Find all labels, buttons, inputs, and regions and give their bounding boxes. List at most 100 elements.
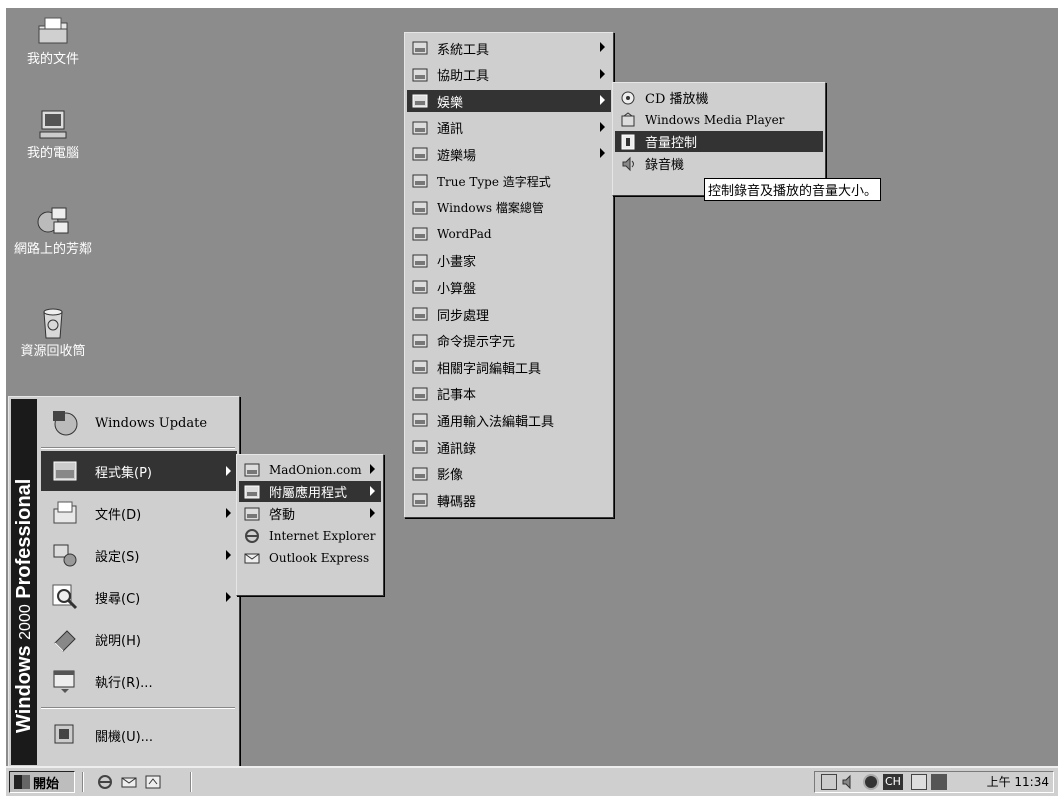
menu-item-label: 系統工具 bbox=[437, 42, 490, 58]
accessories-item[interactable]: 通用輸入法編輯工具 bbox=[407, 409, 611, 431]
accessories-item[interactable]: 通訊 bbox=[407, 117, 611, 139]
display-tray-icon[interactable] bbox=[931, 774, 947, 790]
start-menu-run[interactable]: 執行(R)... bbox=[41, 661, 237, 701]
start-menu-search[interactable]: 搜尋(C) bbox=[41, 577, 237, 617]
program-group-icon bbox=[411, 146, 429, 162]
start-menu-shutdown[interactable]: 關機(U)... bbox=[41, 715, 237, 755]
sync-icon bbox=[411, 306, 429, 322]
accessories-item[interactable]: 命令提示字元 bbox=[407, 330, 611, 352]
menu-item-label: 娛樂 bbox=[437, 95, 464, 111]
command-prompt-icon bbox=[411, 333, 429, 349]
desktop[interactable]: 我的文件 我的電腦 網路上的芳鄰 資源回收筒 Windows 2000 Prof… bbox=[6, 8, 1058, 768]
accessories-item[interactable]: 相關字詞編輯工具 bbox=[407, 356, 611, 378]
menu-item-label: 啓動 bbox=[269, 508, 296, 523]
clock[interactable]: 上午 11:34 bbox=[987, 774, 1049, 790]
programs-item-internet-explorer[interactable]: Internet Explorer bbox=[239, 525, 381, 546]
windows-update-icon bbox=[49, 407, 81, 439]
accessories-item[interactable]: 娛樂 bbox=[407, 90, 611, 113]
menu-item-label: 通訊 bbox=[437, 122, 464, 138]
start-menu-programs[interactable]: 程式集(P) bbox=[41, 451, 237, 491]
start-menu-help[interactable]: 說明(H) bbox=[41, 619, 237, 659]
desktop-icon-label: 我的電腦 bbox=[26, 146, 79, 161]
quick-launch-ie[interactable] bbox=[96, 773, 114, 791]
menu-item-label: 音量控制 bbox=[645, 136, 698, 151]
submenu-arrow-icon bbox=[226, 508, 231, 518]
accessories-item[interactable]: 同步處理 bbox=[407, 303, 611, 325]
submenu-arrow-icon bbox=[370, 486, 375, 496]
wordpad-icon bbox=[411, 226, 429, 242]
programs-item-startup[interactable]: 啓動 bbox=[239, 503, 381, 524]
windows-logo-icon bbox=[14, 775, 30, 789]
program-group-icon bbox=[243, 462, 261, 478]
accessories-item[interactable]: Windows 檔案總管 bbox=[407, 197, 611, 219]
start-button[interactable]: 開始 bbox=[9, 771, 75, 793]
submenu-arrow-icon bbox=[600, 121, 605, 132]
start-menu-label: 設定(S) bbox=[95, 549, 140, 565]
shutdown-icon bbox=[49, 719, 81, 751]
ime-tray-icon[interactable] bbox=[863, 774, 879, 790]
menu-item-label: Outlook Express bbox=[269, 550, 370, 565]
programs-item-outlook-express[interactable]: Outlook Express bbox=[239, 547, 381, 568]
programs-item-accessories[interactable]: 附屬應用程式 bbox=[239, 481, 381, 502]
accessories-item[interactable]: 系統工具 bbox=[407, 37, 611, 59]
start-menu-banner: Windows 2000 Professional bbox=[11, 399, 37, 765]
menu-item-label: 轉碼器 bbox=[437, 494, 477, 510]
ime-editor-icon bbox=[411, 412, 429, 428]
entertainment-item-volume-control[interactable]: 音量控制 bbox=[615, 131, 823, 152]
start-menu-label: Windows Update bbox=[95, 415, 208, 431]
programs-icon bbox=[49, 455, 81, 487]
menu-divider bbox=[41, 447, 235, 449]
quick-launch-outlook[interactable] bbox=[120, 773, 138, 791]
keyboard-tray-icon[interactable] bbox=[911, 774, 927, 790]
menu-item-label: 小畫家 bbox=[437, 255, 477, 271]
quick-launch-show-desktop[interactable] bbox=[144, 773, 162, 791]
accessories-item[interactable]: 轉碼器 bbox=[407, 489, 611, 511]
desktop-icon-network[interactable]: 網路上的芳鄰 bbox=[8, 204, 98, 257]
entertainment-item-sound-recorder[interactable]: 錄音機 bbox=[615, 153, 823, 174]
accessories-item[interactable]: 通訊錄 bbox=[407, 436, 611, 458]
entertainment-item-cd-player[interactable]: CD 播放機 bbox=[615, 87, 823, 108]
submenu-arrow-icon bbox=[370, 508, 375, 518]
search-icon bbox=[49, 581, 81, 613]
accessories-item[interactable]: 小算盤 bbox=[407, 276, 611, 298]
desktop-icon-my-computer[interactable]: 我的電腦 bbox=[8, 108, 98, 161]
start-menu-documents[interactable]: 文件(D) bbox=[41, 493, 237, 533]
menu-item-label: 命令提示字元 bbox=[437, 335, 516, 351]
accessories-item[interactable]: 記事本 bbox=[407, 383, 611, 405]
desktop-icon-label: 我的文件 bbox=[26, 52, 79, 67]
menu-item-label: 協助工具 bbox=[437, 69, 490, 85]
system-tray: CH 上午 11:34 bbox=[814, 771, 1054, 793]
settings-icon bbox=[49, 539, 81, 571]
submenu-arrow-icon bbox=[226, 466, 231, 476]
menu-item-label: CD 播放機 bbox=[645, 92, 709, 107]
programs-item-madonion[interactable]: MadOnion.com bbox=[239, 459, 381, 480]
desktop-icon-recycle-bin[interactable]: 資源回收筒 bbox=[8, 306, 98, 359]
entertainment-item-media-player[interactable]: Windows Media Player bbox=[615, 109, 823, 130]
code-converter-icon bbox=[411, 492, 429, 508]
accessories-item[interactable]: 影像 bbox=[407, 463, 611, 485]
accessories-item[interactable]: 遊樂場 bbox=[407, 143, 611, 165]
sound-recorder-icon bbox=[619, 156, 637, 172]
taskbar-divider bbox=[190, 772, 192, 792]
notepad-icon bbox=[411, 386, 429, 402]
calculator-icon bbox=[411, 279, 429, 295]
accessories-item[interactable]: WordPad bbox=[407, 223, 611, 245]
accessories-item[interactable]: 小畫家 bbox=[407, 250, 611, 272]
start-menu-settings[interactable]: 設定(S) bbox=[41, 535, 237, 575]
start-menu-windows-update[interactable]: Windows Update bbox=[41, 403, 237, 443]
network-tray-icon[interactable] bbox=[821, 774, 837, 790]
menu-item-label: MadOnion.com bbox=[269, 462, 362, 477]
menu-item-label: Windows 檔案總管 bbox=[437, 201, 544, 216]
start-menu-label: 文件(D) bbox=[95, 507, 142, 523]
desktop-icon-my-documents[interactable]: 我的文件 bbox=[8, 14, 98, 67]
address-book-icon bbox=[411, 439, 429, 455]
accessories-item[interactable]: 協助工具 bbox=[407, 64, 611, 86]
program-group-icon bbox=[411, 40, 429, 56]
submenu-arrow-icon bbox=[600, 42, 605, 52]
language-indicator[interactable]: CH bbox=[883, 774, 903, 790]
volume-tray-icon[interactable] bbox=[841, 774, 857, 790]
desktop-icon-label: 網路上的芳鄰 bbox=[13, 242, 92, 257]
submenu-arrow-icon bbox=[226, 592, 231, 602]
menu-item-label: True Type 造字程式 bbox=[437, 174, 551, 189]
accessories-item[interactable]: True Type 造字程式 bbox=[407, 170, 611, 192]
